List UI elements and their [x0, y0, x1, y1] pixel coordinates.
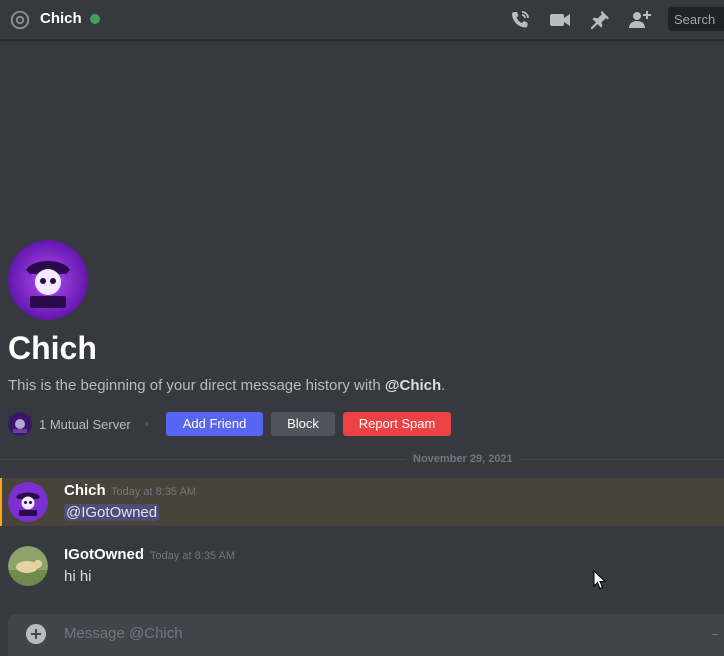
header-title: Chich — [40, 10, 82, 27]
intro-mention: @Chich — [384, 377, 442, 394]
phone-call-icon[interactable] — [508, 8, 532, 32]
message-timestamp: Today at 8:35 AM — [150, 550, 235, 562]
at-icon — [10, 10, 30, 30]
channel-header: Chich Search — [0, 0, 724, 40]
message[interactable]: IGotOwned Today at 8:35 AM hi hi — [0, 542, 724, 592]
user-mention[interactable]: @IGotOwned — [64, 504, 160, 521]
mutual-servers-label: 1 Mutual Server — [39, 416, 131, 432]
online-status-dot — [90, 14, 100, 24]
message-content: hi hi — [64, 568, 92, 585]
message-composer — [8, 614, 724, 656]
date-divider-label: November 29, 2021 — [406, 453, 520, 465]
separator-dot — [144, 422, 149, 426]
block-button[interactable]: Block — [271, 412, 335, 436]
mutual-server-icon — [8, 412, 32, 436]
message-author[interactable]: Chich — [64, 482, 106, 499]
add-friend-icon[interactable] — [628, 8, 652, 32]
add-attachment-icon[interactable] — [26, 624, 46, 644]
message-input[interactable] — [64, 625, 664, 642]
message-timestamp: Today at 8:35 AM — [111, 486, 196, 498]
search-input[interactable]: Search — [668, 7, 724, 31]
profile-name: Chich — [8, 330, 97, 366]
message-content: @IGotOwned — [64, 504, 160, 521]
report-spam-button[interactable]: Report Spam — [343, 412, 451, 436]
mouse-cursor-icon — [593, 570, 607, 590]
message[interactable]: Chich Today at 8:35 AM @IGotOwned — [0, 478, 724, 526]
message-author[interactable]: IGotOwned — [64, 546, 144, 563]
date-divider — [0, 459, 724, 460]
mutual-servers[interactable]: 1 Mutual Server — [8, 412, 149, 436]
composer-edge — [712, 634, 718, 635]
pin-icon[interactable] — [588, 8, 612, 32]
profile-avatar — [8, 240, 88, 320]
video-call-icon[interactable] — [548, 8, 572, 32]
add-friend-button[interactable]: Add Friend — [166, 412, 263, 436]
avatar[interactable] — [8, 546, 48, 586]
intro-text: This is the beginning of your direct mes… — [8, 377, 446, 394]
avatar[interactable] — [8, 482, 48, 522]
